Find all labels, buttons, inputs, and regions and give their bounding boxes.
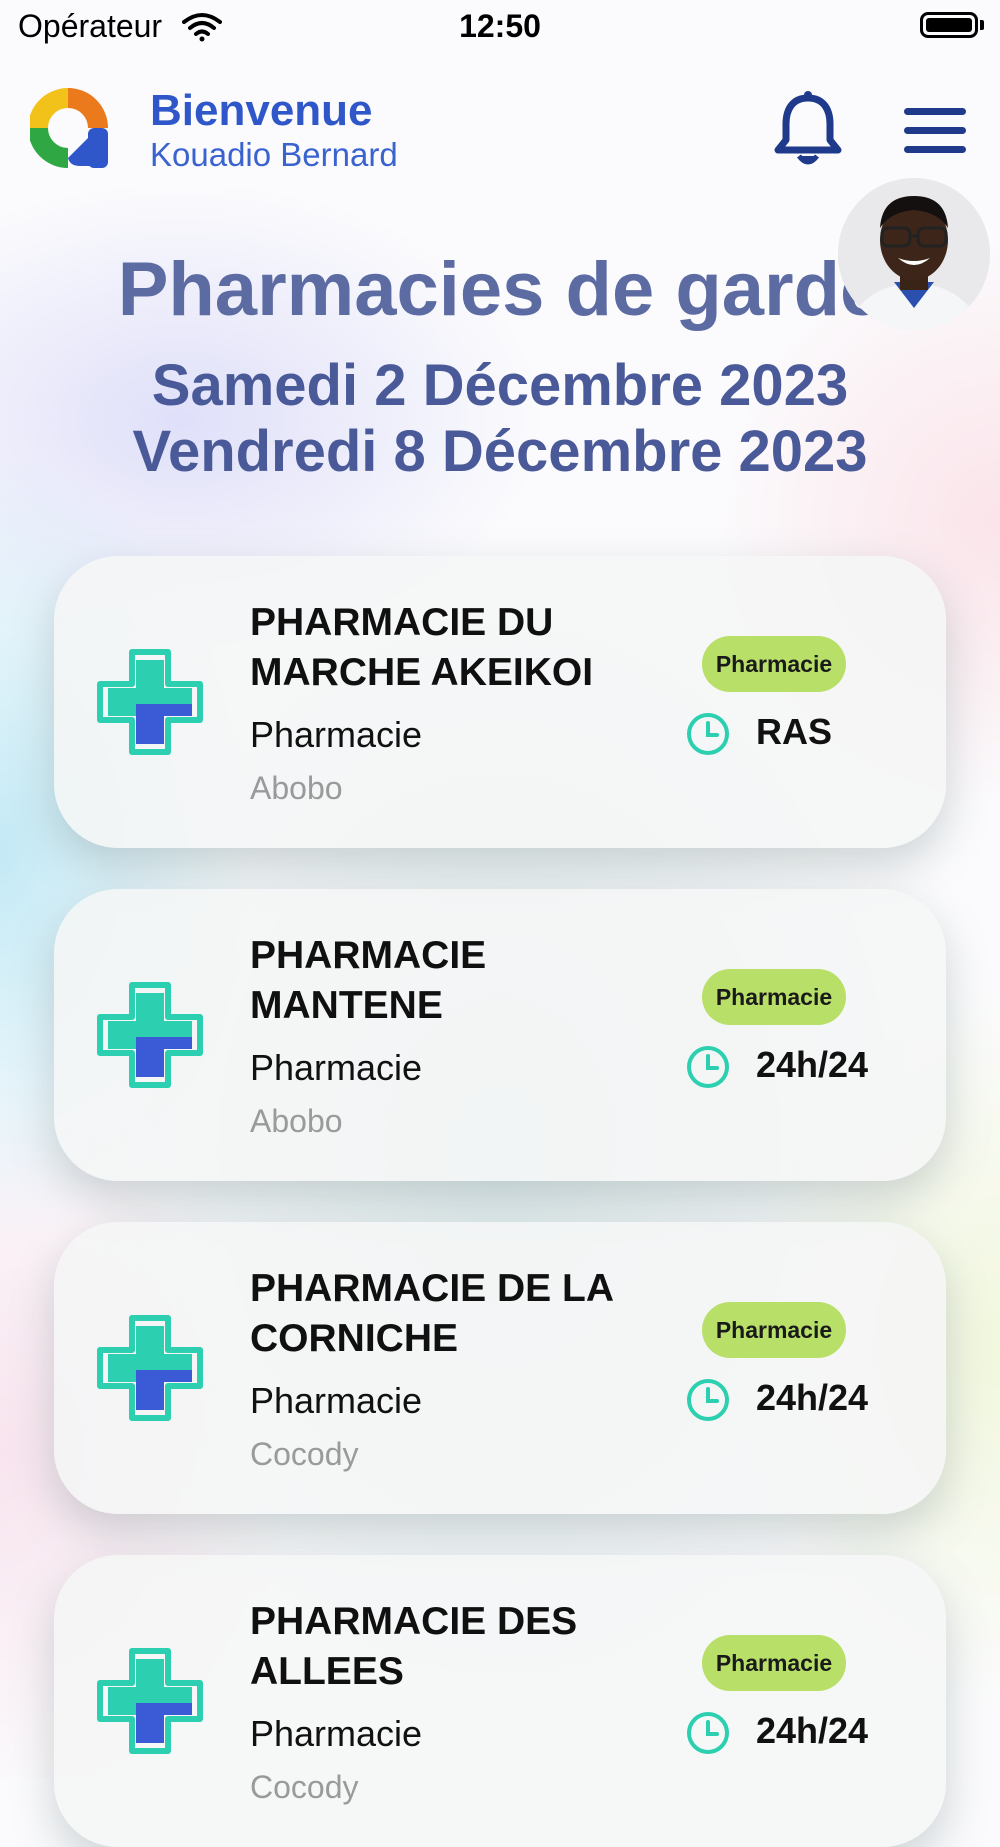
category-badge: Pharmacie <box>702 636 846 692</box>
date-end: Vendredi 8 Décembre 2023 <box>132 419 868 484</box>
pharmacy-city: Cocody <box>250 1436 359 1472</box>
status-time: 12:50 <box>459 8 541 44</box>
pharmacy-type: Pharmacie <box>250 714 423 755</box>
pharmacy-card[interactable]: PHARMACIE DE LA CORNICHE Pharmacie Cocod… <box>54 1222 946 1514</box>
app-logo-icon[interactable] <box>30 88 114 172</box>
pharmacy-city: Cocody <box>250 1769 359 1805</box>
pharmacy-city: Abobo <box>250 1103 343 1139</box>
avatar-photo <box>838 178 990 330</box>
category-badge: Pharmacie <box>702 1635 846 1691</box>
pharmacy-name: PHARMACIE DU MARCHE AKEIKOI <box>250 601 594 694</box>
pharmacy-name: PHARMACIE DE LA CORNICHE <box>250 1267 613 1360</box>
battery-tip <box>980 20 984 30</box>
pharmacy-name: PHARMACIE DES ALLEES <box>250 1600 578 1693</box>
clock-icon <box>687 1712 729 1754</box>
pharmacy-cross-icon <box>97 1315 203 1421</box>
pharmacy-type: Pharmacie <box>250 1713 423 1754</box>
pharmacy-name: PHARMACIE MANTENE <box>250 934 487 1027</box>
pharmacy-cross-icon <box>97 649 203 755</box>
pharmacy-card[interactable]: PHARMACIE DES ALLEES Pharmacie Cocody Ph… <box>54 1555 946 1847</box>
avatar[interactable] <box>838 178 990 330</box>
header: Bienvenue Kouadio Bernard <box>0 70 1000 190</box>
battery-icon <box>920 12 978 38</box>
clock-icon <box>687 1046 729 1088</box>
pharmacy-type: Pharmacie <box>250 1047 423 1088</box>
bell-icon[interactable] <box>770 88 846 172</box>
date-start: Samedi 2 Décembre 2023 <box>151 353 849 418</box>
welcome-title: Bienvenue <box>150 86 373 135</box>
opening-hours: 24h/24 <box>756 1044 869 1085</box>
user-name: Kouadio Bernard <box>150 136 398 173</box>
pharmacy-card[interactable]: PHARMACIE MANTENE Pharmacie Abobo Pharma… <box>54 889 946 1181</box>
opening-hours: 24h/24 <box>756 1377 869 1418</box>
pharmacy-cross-icon <box>97 1648 203 1754</box>
category-badge: Pharmacie <box>702 1302 846 1358</box>
clock-icon <box>687 1379 729 1421</box>
pharmacy-card[interactable]: PHARMACIE DU MARCHE AKEIKOI Pharmacie Ab… <box>54 556 946 848</box>
pharmacy-cross-icon <box>97 982 203 1088</box>
pharmacy-city: Abobo <box>250 770 343 806</box>
hamburger-menu-icon[interactable] <box>900 100 970 160</box>
pharmacy-type: Pharmacie <box>250 1380 423 1421</box>
category-badge: Pharmacie <box>702 969 846 1025</box>
opening-hours: RAS <box>756 711 833 752</box>
opening-hours: 24h/24 <box>756 1710 869 1751</box>
status-bar: Opérateur 12:50 <box>0 0 1000 56</box>
clock-icon <box>687 713 729 755</box>
